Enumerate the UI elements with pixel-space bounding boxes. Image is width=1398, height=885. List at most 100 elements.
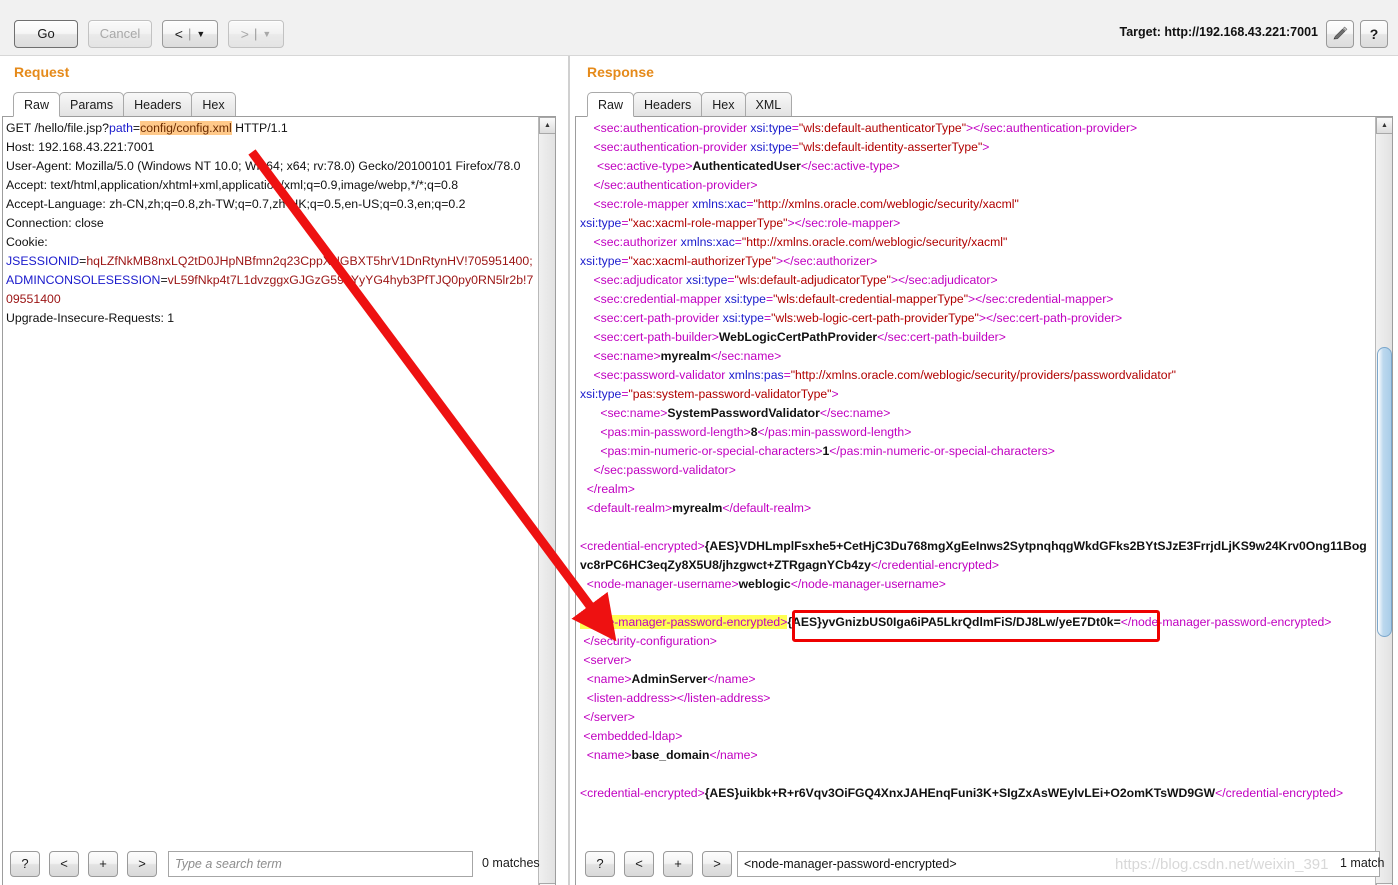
xml-l14-val: "http://xmlns.oracle.com/weblogic/securi… bbox=[790, 368, 1176, 382]
annotation-red-box bbox=[792, 610, 1160, 642]
xml-l03-close: /sec:active-type bbox=[807, 159, 893, 173]
xml-l19-close: /sec:password-validator bbox=[600, 463, 729, 477]
tab-response-xml[interactable]: XML bbox=[744, 92, 793, 117]
xml-l06-close: /sec:role-mapper bbox=[801, 216, 894, 230]
response-search-next-button[interactable]: > bbox=[702, 851, 732, 877]
response-title: Response bbox=[587, 64, 654, 80]
request-vertical-scrollbar[interactable]: ▲ ▼ bbox=[538, 117, 555, 885]
forward-button[interactable]: > | ▼ bbox=[228, 20, 284, 48]
xml-l06-val: "xac:xacml-role-mapperType" bbox=[628, 216, 788, 230]
back-button[interactable]: < | ▼ bbox=[162, 20, 218, 48]
xml-l02-val: "wls:default-identity-asserterType" bbox=[798, 140, 983, 154]
tab-response-raw[interactable]: Raw bbox=[587, 92, 635, 117]
req-cookie2-name: ADMINCONSOLESESSION bbox=[6, 273, 161, 287]
pencil-icon bbox=[1327, 21, 1353, 47]
tab-request-headers[interactable]: Headers bbox=[123, 92, 193, 117]
request-tabstrip: Raw Params Headers Hex bbox=[13, 92, 236, 117]
xml-l16-tag: sec:name bbox=[607, 406, 661, 420]
xml-l18-close: /pas:min-numeric-or-special-characters bbox=[836, 444, 1048, 458]
xml-l08-val: "xac:xacml-authorizerType" bbox=[628, 254, 776, 268]
req-method-post: HTTP/1.1 bbox=[231, 121, 288, 135]
xml-l10-val: "wls:default-credential-mapperType" bbox=[773, 292, 969, 306]
xml-l01-val: "wls:default-authenticatorType" bbox=[798, 121, 967, 135]
xml-l09-close: /sec:adjudicator bbox=[905, 273, 991, 287]
xml-l28-tag: listen-address bbox=[593, 691, 670, 705]
xml-l01-attr: xsi:type bbox=[750, 121, 792, 135]
xml-l20-close: /realm bbox=[593, 482, 628, 496]
xml-l07-val: "http://xmlns.oracle.com/weblogic/securi… bbox=[741, 235, 1008, 249]
xml-l15-attr: xsi:type bbox=[580, 387, 622, 401]
xml-l24-tag: node-manager-password-encrypted bbox=[587, 615, 781, 629]
xml-l31-text: base_domain bbox=[631, 748, 710, 762]
response-panel: Response Raw Headers Hex XML < sec:authen… bbox=[570, 56, 1398, 885]
tab-request-params[interactable]: Params bbox=[59, 92, 125, 117]
edit-target-button[interactable] bbox=[1326, 20, 1354, 48]
xml-l17-close: /pas:min-password-length bbox=[764, 425, 905, 439]
response-search-add-button[interactable]: + bbox=[663, 851, 693, 877]
xml-l13-close: /sec:name bbox=[717, 349, 775, 363]
go-button[interactable]: Go bbox=[14, 20, 78, 48]
cancel-button[interactable]: Cancel bbox=[88, 20, 152, 48]
request-panel: Request Raw Params Headers Hex GET /hell… bbox=[0, 56, 568, 885]
xml-l10-close: /sec:credential-mapper bbox=[982, 292, 1107, 306]
xml-l12-close: /sec:cert-path-builder bbox=[884, 330, 999, 344]
xml-l05-val: "http://xmlns.oracle.com/weblogic/securi… bbox=[753, 197, 1019, 211]
response-search-input[interactable] bbox=[737, 851, 1380, 877]
xml-l12-text: WebLogicCertPathProvider bbox=[718, 330, 878, 344]
xml-l22-tag: credential-encrypted bbox=[587, 539, 698, 553]
response-raw-editor[interactable]: <sec:authentication-provider xsi:type="w… bbox=[575, 116, 1393, 885]
xml-l21-close: /default-realm bbox=[729, 501, 804, 515]
xml-l13-tag: sec:name bbox=[600, 349, 654, 363]
request-search-add-button[interactable]: + bbox=[88, 851, 118, 877]
xml-l11-attr: xsi:type bbox=[722, 311, 764, 325]
xml-l03-tag: sec:active-type bbox=[604, 159, 686, 173]
response-search-prev-button[interactable]: < bbox=[624, 851, 654, 877]
xml-l23-close: /node-manager-username bbox=[797, 577, 939, 591]
xml-l04-close: /sec:authentication-provider bbox=[600, 178, 751, 192]
tab-response-headers[interactable]: Headers bbox=[633, 92, 703, 117]
xml-l16-close: /sec:name bbox=[826, 406, 884, 420]
xml-l12-tag: sec:cert-path-builder bbox=[600, 330, 712, 344]
request-search-prev-button[interactable]: < bbox=[49, 851, 79, 877]
response-tabstrip: Raw Headers Hex XML bbox=[587, 92, 793, 117]
xml-l21-text: myrealm bbox=[672, 501, 723, 515]
tab-request-raw[interactable]: Raw bbox=[13, 92, 61, 117]
xml-l05-tag: sec:role-mapper bbox=[600, 197, 689, 211]
request-search-next-button[interactable]: > bbox=[127, 851, 157, 877]
xml-l27-text: AdminServer bbox=[631, 672, 708, 686]
xml-l01-tag: sec:authentication-provider bbox=[600, 121, 748, 135]
tab-response-hex[interactable]: Hex bbox=[701, 92, 746, 117]
req-upgrade-line: Upgrade-Insecure-Requests: 1 bbox=[6, 311, 175, 325]
xml-l28-close: /listen-address bbox=[684, 691, 764, 705]
xml-l09-attr: xsi:type bbox=[686, 273, 728, 287]
help-button[interactable]: ? bbox=[1360, 20, 1388, 48]
scroll-up-arrow-icon[interactable]: ▲ bbox=[1376, 117, 1392, 134]
request-search-help-button[interactable]: ? bbox=[10, 851, 40, 877]
xml-l32-tag: credential-encrypted bbox=[587, 786, 698, 800]
xml-l13-text: myrealm bbox=[660, 349, 711, 363]
xml-l10-attr: xsi:type bbox=[724, 292, 766, 306]
xml-l07-tag: sec:authorizer bbox=[600, 235, 678, 249]
xml-l22-close: /credential-encrypted bbox=[878, 558, 992, 572]
xml-l21-tag: default-realm bbox=[593, 501, 666, 515]
req-accept-language-line: Accept-Language: zh-CN,zh;q=0.8,zh-TW;q=… bbox=[6, 197, 466, 211]
xml-l11-val: "wls:web-logic-cert-path-providerType" bbox=[771, 311, 979, 325]
xml-l30-tag: embedded-ldap bbox=[590, 729, 676, 743]
request-raw-text: GET /hello/file.jsp?path=config/config.x… bbox=[6, 121, 534, 325]
req-param-value-highlight: config/config.xml bbox=[140, 121, 232, 135]
xml-l09-val: "wls:default-adjudicatorType" bbox=[734, 273, 891, 287]
xml-l27-tag: name bbox=[593, 672, 625, 686]
response-search-help-button[interactable]: ? bbox=[585, 851, 615, 877]
xml-l16-text: SystemPasswordValidator bbox=[667, 406, 820, 420]
xml-l11-close: /sec:cert-path-provider bbox=[993, 311, 1116, 325]
response-scroll-thumb[interactable] bbox=[1377, 347, 1392, 637]
response-vertical-scrollbar[interactable]: ▲ ▼ bbox=[1375, 117, 1392, 885]
request-search-input[interactable] bbox=[168, 851, 473, 877]
req-connection-line: Connection: close bbox=[6, 216, 104, 230]
scroll-up-arrow-icon[interactable]: ▲ bbox=[539, 117, 555, 134]
tab-request-hex[interactable]: Hex bbox=[191, 92, 236, 117]
xml-l23-tag: node-manager-username bbox=[593, 577, 732, 591]
request-raw-editor[interactable]: GET /hello/file.jsp?path=config/config.x… bbox=[2, 116, 556, 885]
back-arrow-icon: < bbox=[174, 26, 183, 42]
xml-l14-tag: sec:password-validator bbox=[600, 368, 726, 382]
